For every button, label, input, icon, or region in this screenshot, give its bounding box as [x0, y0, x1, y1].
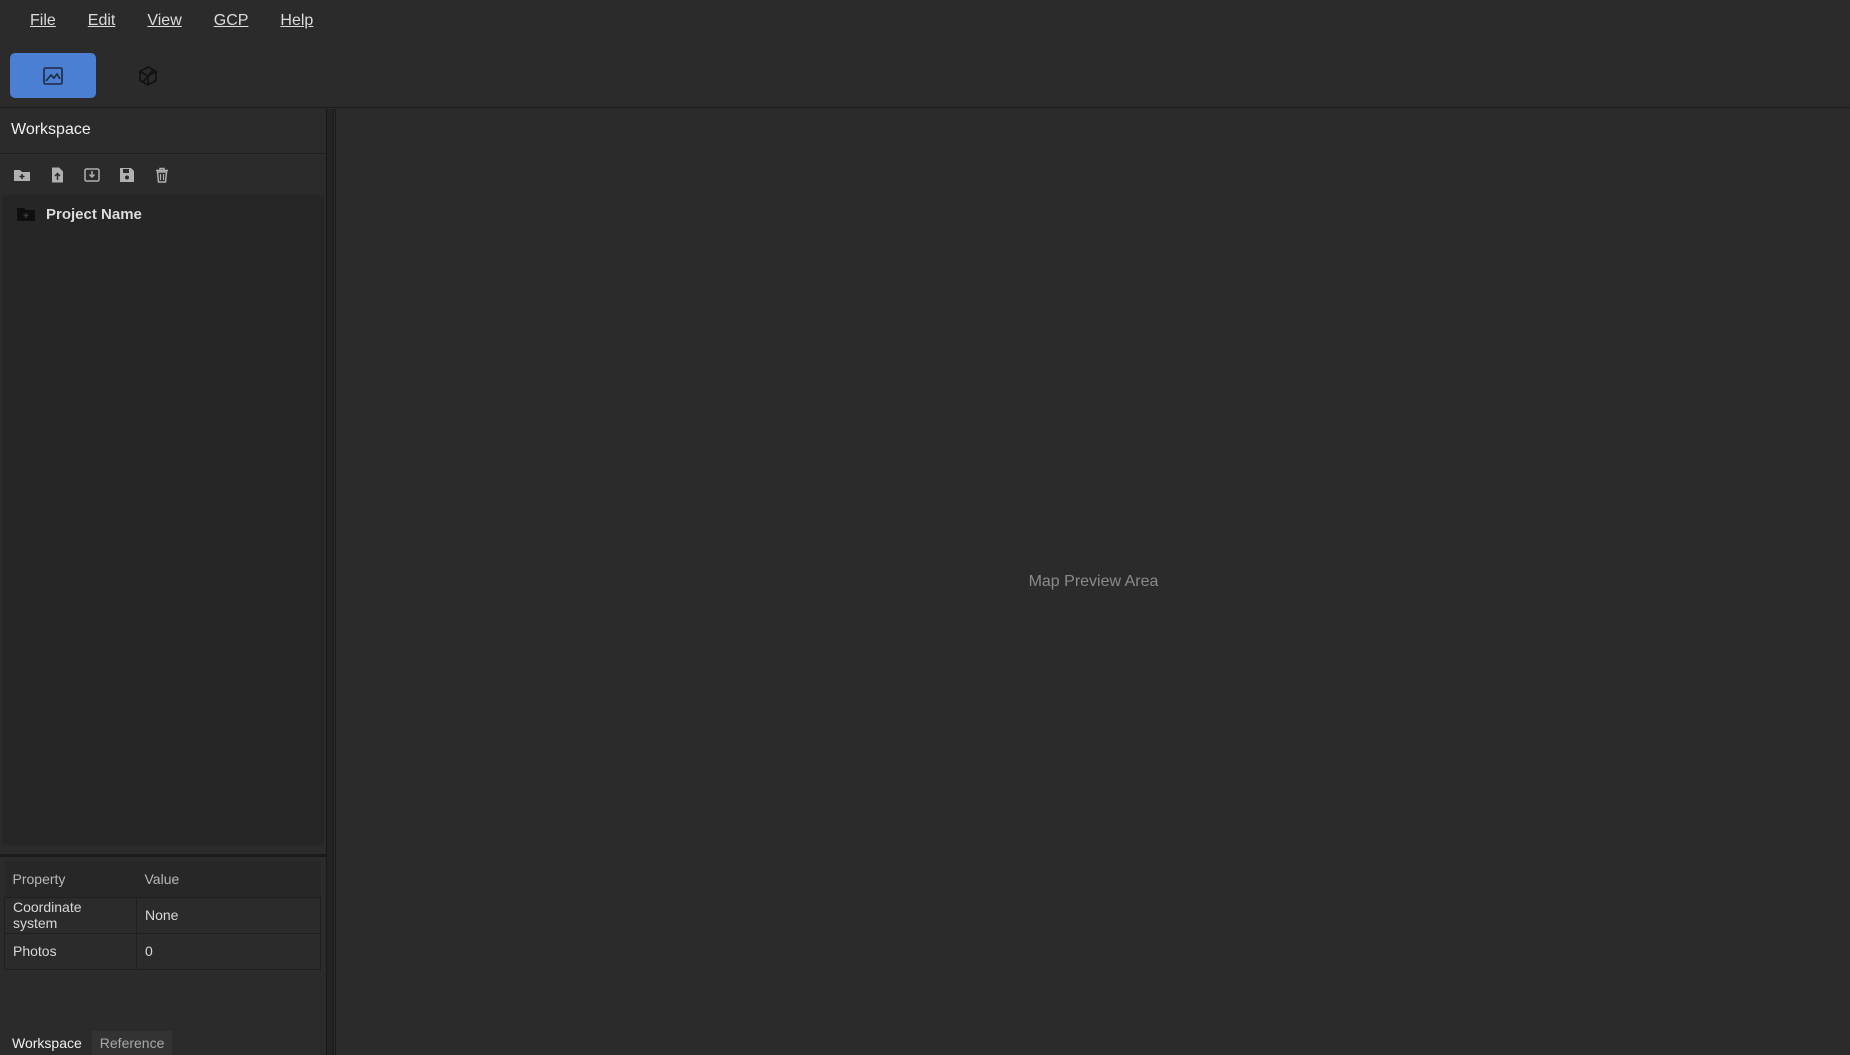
import-icon [84, 168, 100, 182]
menu-view[interactable]: View [137, 8, 191, 34]
delete-icon [156, 167, 168, 183]
panel-splitter[interactable] [0, 854, 326, 857]
image-icon [43, 66, 63, 85]
property-name: Photos [4, 932, 137, 970]
tree-item-project[interactable]: Project Name [16, 205, 142, 223]
column-header-property: Property [4, 861, 137, 897]
add-folder-icon [14, 170, 30, 181]
cube-icon [139, 65, 157, 86]
tab-reference[interactable]: Reference [91, 1031, 173, 1055]
main-toolbar [0, 42, 1850, 108]
delete-button[interactable] [148, 163, 176, 187]
panel-tabs: Workspace Reference [4, 1031, 174, 1055]
map-preview[interactable]: Map Preview Area [335, 109, 1850, 1055]
column-header-value: Value [136, 861, 321, 897]
menu-help[interactable]: Help [270, 8, 323, 34]
workspace-tree: Project Name [2, 195, 324, 845]
menu-gcp[interactable]: GCP [204, 8, 259, 34]
import-file-icon [52, 167, 63, 183]
workspace-toolbar [8, 163, 183, 187]
3d-mode-button[interactable] [105, 53, 191, 98]
menu-bar: File Edit View GCP Help [0, 0, 1850, 42]
properties-table: Property Value Coordinate system None Ph… [4, 861, 321, 970]
workspace-panel: Workspace Project Name Property Value Co… [0, 109, 326, 1055]
save-button[interactable] [113, 163, 141, 187]
property-value: 0 [136, 932, 321, 970]
import-file-button[interactable] [43, 163, 71, 187]
menu-file[interactable]: File [20, 8, 66, 34]
save-icon [120, 168, 134, 182]
folder-icon [17, 208, 35, 221]
menu-edit[interactable]: Edit [78, 8, 126, 34]
vertical-splitter[interactable] [326, 109, 334, 1055]
project-name-label: Project Name [46, 205, 142, 223]
add-folder-button[interactable] [8, 163, 36, 187]
panel-title: Workspace [11, 121, 91, 138]
map-placeholder-text: Map Preview Area [1028, 573, 1159, 590]
property-value: None [136, 896, 321, 934]
tab-workspace[interactable]: Workspace [4, 1031, 90, 1055]
table-header-row: Property Value [4, 861, 321, 897]
import-button[interactable] [78, 163, 106, 187]
table-row[interactable]: Photos 0 [4, 932, 321, 970]
divider [0, 153, 326, 154]
image-mode-button[interactable] [10, 53, 96, 98]
table-row[interactable]: Coordinate system None [4, 896, 321, 934]
property-name: Coordinate system [4, 896, 137, 934]
